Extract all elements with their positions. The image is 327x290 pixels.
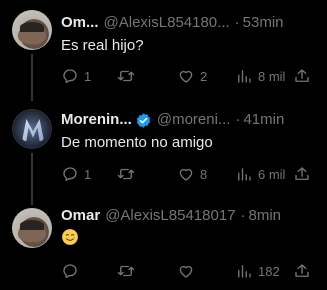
tweet-header: Omar @AlexisL85418017 · 8min: [61, 207, 317, 225]
share-button[interactable]: [293, 66, 311, 86]
handle[interactable]: @AlexisL85418017: [105, 207, 235, 225]
reply-button[interactable]: 1: [61, 66, 91, 86]
retweet-icon: [117, 265, 135, 277]
reply-button[interactable]: 1: [61, 164, 91, 184]
handle[interactable]: @moreni...: [157, 111, 231, 129]
avatar[interactable]: [12, 10, 52, 50]
share-icon: [295, 69, 309, 82]
display-name[interactable]: Morenin...: [61, 111, 132, 129]
like-count: 2: [200, 68, 208, 84]
share-icon: [295, 167, 309, 180]
separator-dot: ·: [240, 207, 246, 224]
display-name[interactable]: Omar: [61, 207, 100, 225]
views-button[interactable]: 8 mil: [235, 66, 285, 86]
handle[interactable]: @AlexisL854180...: [104, 14, 230, 32]
tweet[interactable]: Om... @AlexisL854180... · 53min Es real …: [0, 0, 327, 101]
separator-dot: ·: [234, 14, 240, 31]
retweet-button[interactable]: [117, 164, 140, 184]
reply-count: 1: [84, 166, 92, 182]
avatar[interactable]: [12, 208, 52, 248]
retweet-button[interactable]: [117, 66, 140, 86]
like-button[interactable]: 8: [177, 164, 207, 184]
action-bar: 1 2 8 mil: [61, 66, 315, 86]
tweet-header: Om... @AlexisL854180... · 53min: [61, 14, 317, 32]
views-button[interactable]: 182: [235, 261, 280, 281]
thread-line: [31, 54, 33, 101]
verified-badge-icon: [136, 112, 151, 128]
tweet-text: De momento no amigo: [61, 134, 213, 151]
view-count: 182: [258, 263, 280, 279]
tweet[interactable]: Omar @AlexisL85418017 · 8min 182: [0, 195, 327, 290]
retweet-icon: [117, 168, 135, 180]
tweet[interactable]: Morenin... @moreni... · 41min De momento…: [0, 95, 327, 205]
timestamp[interactable]: 41min: [243, 111, 284, 129]
heart-icon: [179, 168, 193, 181]
action-bar: 1 8 6 mil: [61, 164, 315, 184]
views-button[interactable]: 6 mil: [235, 164, 285, 184]
like-button[interactable]: 2: [177, 66, 207, 86]
views-icon: [238, 265, 251, 278]
view-count: 8 mil: [258, 68, 286, 84]
reply-icon: [63, 264, 77, 279]
heart-icon: [179, 265, 193, 278]
separator-dot: ·: [235, 111, 241, 128]
reply-button[interactable]: [61, 261, 84, 281]
share-icon: [295, 264, 309, 277]
tweet-text: [61, 228, 79, 252]
views-icon: [238, 168, 251, 181]
avatar[interactable]: [12, 109, 52, 149]
tweet-header: Morenin... @moreni... · 41min: [61, 111, 317, 129]
heart-icon: [179, 70, 193, 83]
like-count: 8: [200, 166, 208, 182]
smiling-face-with-tear-icon: [62, 229, 78, 245]
timestamp[interactable]: 53min: [243, 14, 284, 32]
reply-count: 1: [84, 68, 92, 84]
retweet-icon: [117, 70, 135, 82]
tweet-text: Es real hijo?: [61, 37, 144, 54]
like-button[interactable]: [177, 261, 200, 281]
timestamp[interactable]: 8min: [249, 207, 282, 225]
share-button[interactable]: [293, 164, 311, 184]
action-bar: 182: [61, 261, 315, 281]
views-icon: [238, 70, 251, 83]
reply-icon: [63, 167, 77, 182]
retweet-button[interactable]: [117, 261, 140, 281]
display-name[interactable]: Om...: [61, 14, 99, 32]
share-button[interactable]: [293, 261, 311, 281]
view-count: 6 mil: [258, 166, 286, 182]
reply-icon: [63, 69, 77, 84]
